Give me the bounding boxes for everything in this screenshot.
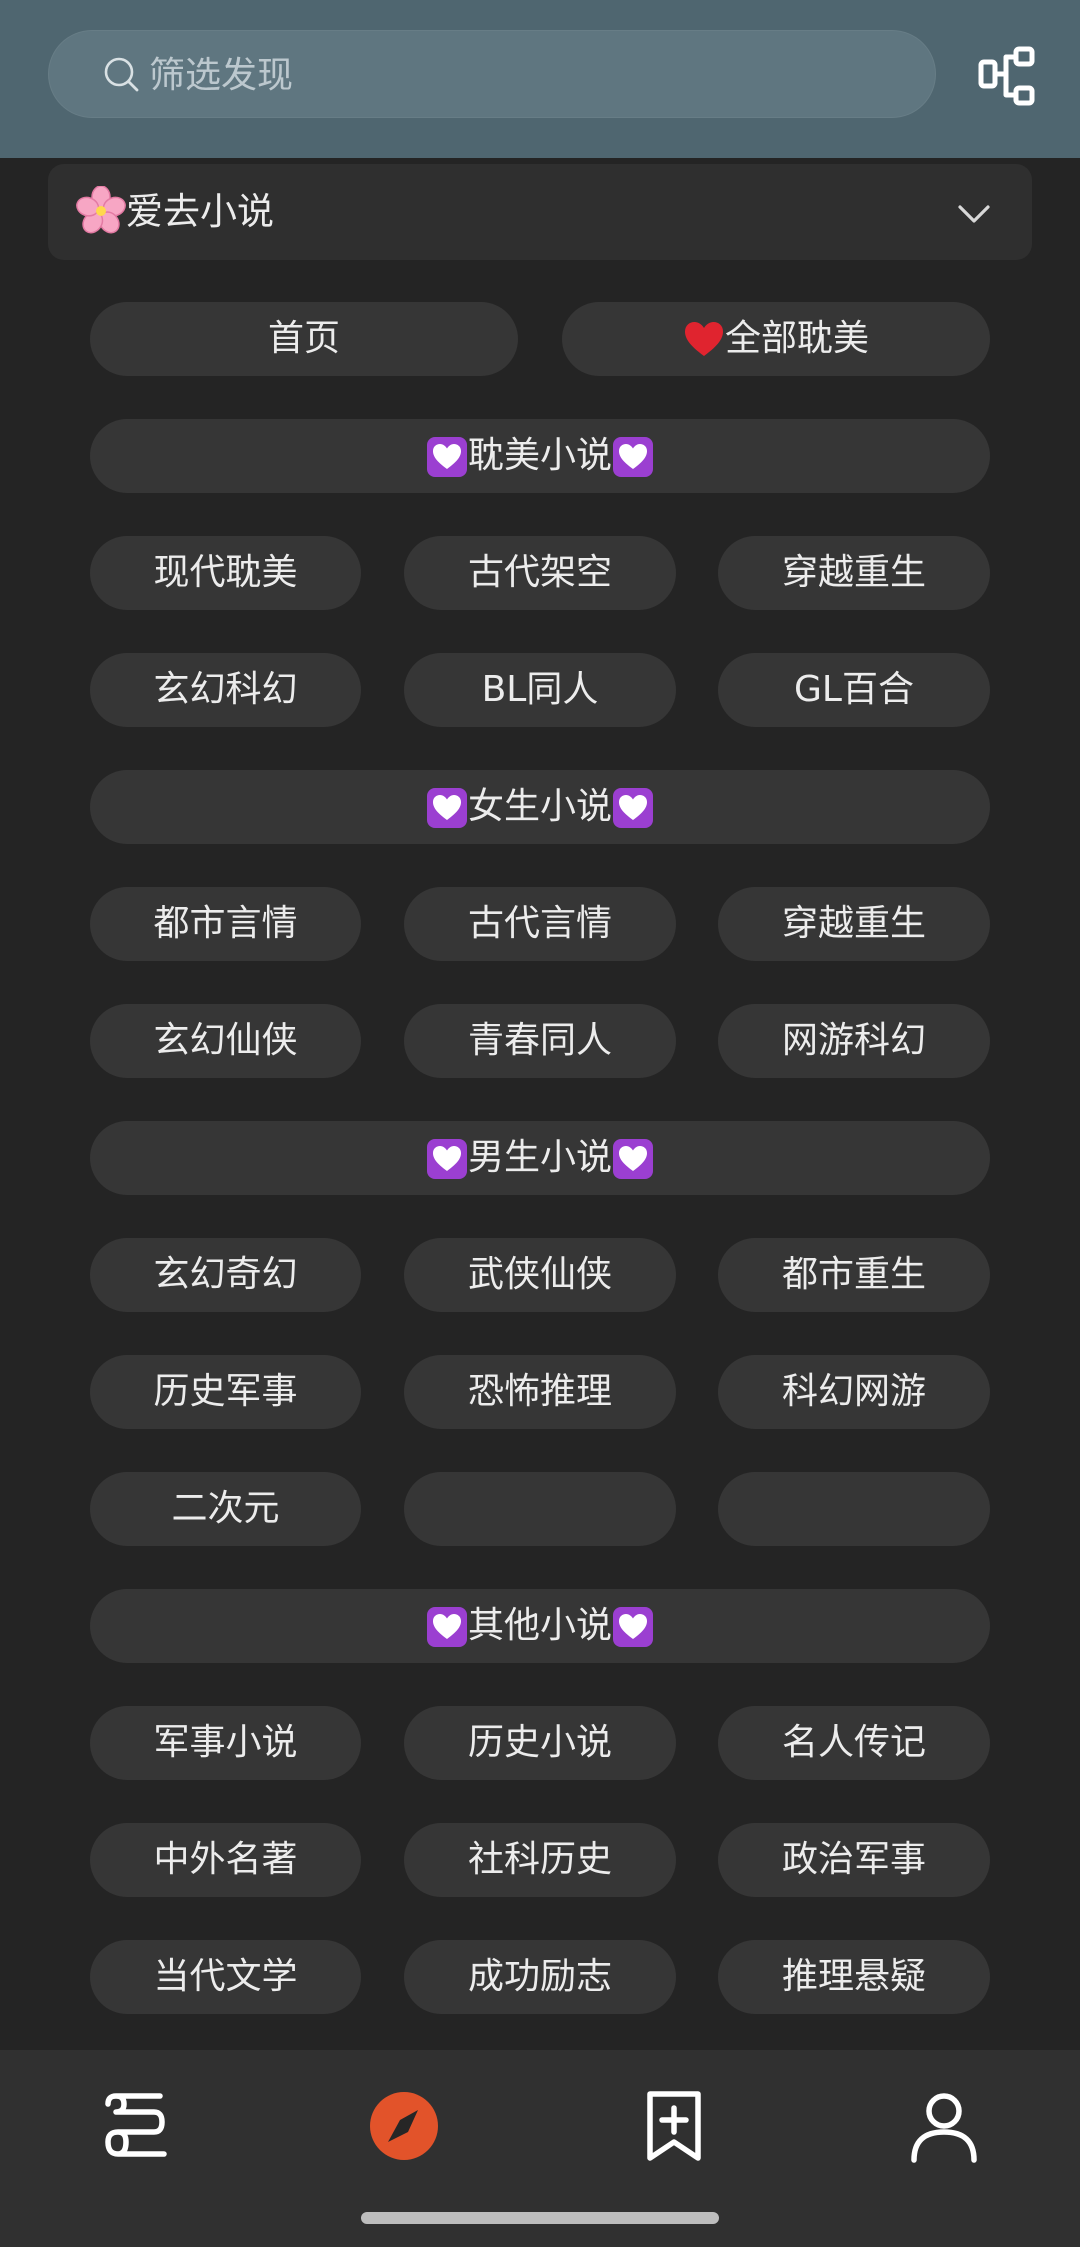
source-name: 爱去小说 <box>126 190 274 233</box>
category-item[interactable]: 推理悬疑 <box>718 1940 990 2014</box>
compass-icon[interactable] <box>364 2086 444 2166</box>
category-item[interactable]: 现代耽美 <box>90 536 361 610</box>
category-item[interactable]: 古代言情 <box>404 887 676 961</box>
bookshelf-icon[interactable] <box>94 2086 174 2166</box>
pill-label: 当代文学 <box>153 1956 298 1997</box>
category-item[interactable]: 历史小说 <box>404 1706 676 1780</box>
category-item[interactable]: 玄幻仙侠 <box>90 1004 361 1078</box>
category-item[interactable]: 政治军事 <box>718 1823 990 1897</box>
pill-label: 玄幻奇幻 <box>153 1254 298 1295</box>
category-item[interactable]: BL同人 <box>404 653 676 727</box>
pill-label: 现代耽美 <box>153 552 298 593</box>
category-item[interactable]: 名人传记 <box>718 1706 990 1780</box>
category-item[interactable]: 社科历史 <box>404 1823 676 1897</box>
pill-label: 全部耽美 <box>724 318 869 359</box>
pill-label: 推理悬疑 <box>781 1956 926 1997</box>
pill-label: 恐怖推理 <box>467 1371 612 1412</box>
purple-heart-icon <box>612 419 654 493</box>
section-header[interactable]: 女生小说 <box>90 770 990 844</box>
category-item[interactable]: 青春同人 <box>404 1004 676 1078</box>
home-indicator <box>361 2212 719 2224</box>
category-item[interactable]: 中外名著 <box>90 1823 361 1897</box>
pill-label: 历史军事 <box>153 1371 298 1412</box>
cherry-blossom-icon <box>76 186 126 234</box>
search-input[interactable] <box>149 31 849 119</box>
section-header[interactable]: 耽美小说 <box>90 419 990 493</box>
category-item[interactable]: 二次元 <box>90 1472 361 1546</box>
pill-label: 名人传记 <box>781 1722 926 1763</box>
pill-label: 都市重生 <box>781 1254 926 1295</box>
pill-label: 都市言情 <box>153 903 298 944</box>
hierarchy-icon[interactable] <box>978 45 1038 107</box>
category-item[interactable]: 古代架空 <box>404 536 676 610</box>
pill-label: 二次元 <box>171 1488 280 1529</box>
pill-label: 科幻网游 <box>781 1371 926 1412</box>
pill-label: 青春同人 <box>467 1020 612 1061</box>
pill-label: 女生小说 <box>467 786 612 827</box>
pill-label: 历史小说 <box>467 1722 612 1763</box>
purple-heart-icon <box>612 1589 654 1663</box>
section-header[interactable]: 男生小说 <box>90 1121 990 1195</box>
pill-label: 穿越重生 <box>781 903 926 944</box>
category-item[interactable]: 都市重生 <box>718 1238 990 1312</box>
user-icon[interactable] <box>904 2086 984 2166</box>
category-item[interactable]: 当代文学 <box>90 1940 361 2014</box>
category-item[interactable] <box>718 1472 990 1546</box>
pill-label: 其他小说 <box>467 1605 612 1646</box>
pill-label: 成功励志 <box>467 1956 612 1997</box>
pill-label: 中外名著 <box>153 1839 298 1880</box>
pill-label: 耽美小说 <box>467 435 612 476</box>
category-item[interactable]: 历史军事 <box>90 1355 361 1429</box>
purple-heart-icon <box>426 1121 468 1195</box>
pill-label: 穿越重生 <box>781 552 926 593</box>
pill-label: 玄幻科幻 <box>153 669 298 710</box>
pill-label: 男生小说 <box>467 1137 612 1178</box>
source-selector[interactable]: 爱去小说 <box>48 164 1032 260</box>
pill-label: 武侠仙侠 <box>467 1254 612 1295</box>
pill-label: 古代言情 <box>467 903 612 944</box>
pill-label: 网游科幻 <box>781 1020 926 1061</box>
purple-heart-icon <box>426 1589 468 1663</box>
purple-heart-icon <box>612 1121 654 1195</box>
search-icon <box>104 57 139 92</box>
pill-label: 首页 <box>267 318 340 359</box>
category-item[interactable]: 玄幻奇幻 <box>90 1238 361 1312</box>
chevron-down-icon[interactable] <box>954 194 994 234</box>
category-link-all-danmei[interactable]: 全部耽美 <box>562 302 990 376</box>
bookmark-add-icon[interactable] <box>634 2086 714 2166</box>
category-item[interactable]: 穿越重生 <box>718 536 990 610</box>
pill-label: 古代架空 <box>467 552 612 593</box>
category-item[interactable]: 恐怖推理 <box>404 1355 676 1429</box>
purple-heart-icon <box>426 770 468 844</box>
category-link-home[interactable]: 首页 <box>90 302 518 376</box>
category-item[interactable]: 科幻网游 <box>718 1355 990 1429</box>
category-item[interactable]: 成功励志 <box>404 1940 676 2014</box>
category-item[interactable]: 穿越重生 <box>718 887 990 961</box>
pill-label: 政治军事 <box>781 1839 926 1880</box>
search-box[interactable] <box>48 30 936 119</box>
category-item[interactable]: 玄幻科幻 <box>90 653 361 727</box>
purple-heart-icon <box>426 419 468 493</box>
category-item[interactable]: 网游科幻 <box>718 1004 990 1078</box>
section-header[interactable]: 其他小说 <box>90 1589 990 1663</box>
pill-label: 军事小说 <box>153 1722 298 1763</box>
red-heart-icon <box>683 302 725 376</box>
top-header <box>0 0 1080 158</box>
category-item[interactable]: 军事小说 <box>90 1706 361 1780</box>
pill-label: 社科历史 <box>467 1839 612 1880</box>
purple-heart-icon <box>612 770 654 844</box>
category-item[interactable]: 武侠仙侠 <box>404 1238 676 1312</box>
category-item[interactable] <box>404 1472 676 1546</box>
pill-label: 玄幻仙侠 <box>153 1020 298 1061</box>
category-item[interactable]: 都市言情 <box>90 887 361 961</box>
pill-label: BL同人 <box>481 669 599 710</box>
category-item[interactable]: GL百合 <box>718 653 990 727</box>
pill-label: GL百合 <box>794 669 914 710</box>
